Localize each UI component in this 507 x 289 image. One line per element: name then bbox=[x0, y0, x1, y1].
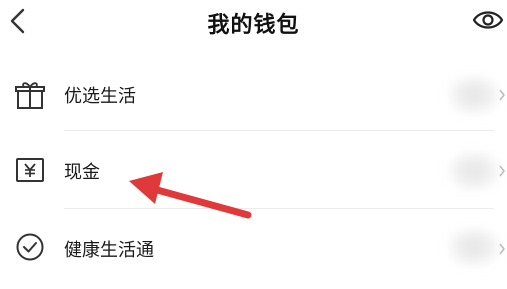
wallet-row-youxuan[interactable]: 优选生活 bbox=[0, 55, 507, 135]
page-title: 我的钱包 bbox=[207, 13, 300, 38]
blurred-value bbox=[448, 151, 500, 191]
gift-icon bbox=[15, 82, 45, 109]
eye-icon[interactable] bbox=[472, 8, 504, 32]
wallet-row-label: 现金 bbox=[64, 162, 100, 183]
chevron-right-icon bbox=[499, 89, 505, 101]
chevron-right-icon bbox=[499, 165, 505, 177]
check-circle-icon bbox=[16, 233, 44, 261]
chevron-right-icon bbox=[499, 243, 505, 255]
blurred-value bbox=[448, 75, 500, 115]
wallet-row-label: 优选生活 bbox=[64, 86, 136, 107]
wallet-row-health[interactable]: 健康生活通 bbox=[0, 209, 507, 289]
header: 我的钱包 bbox=[0, 0, 507, 50]
yuan-card-icon bbox=[16, 158, 44, 182]
wallet-row-cash[interactable]: 现金 bbox=[0, 131, 507, 211]
blurred-value bbox=[448, 227, 500, 267]
wallet-row-label: 健康生活通 bbox=[64, 240, 154, 261]
